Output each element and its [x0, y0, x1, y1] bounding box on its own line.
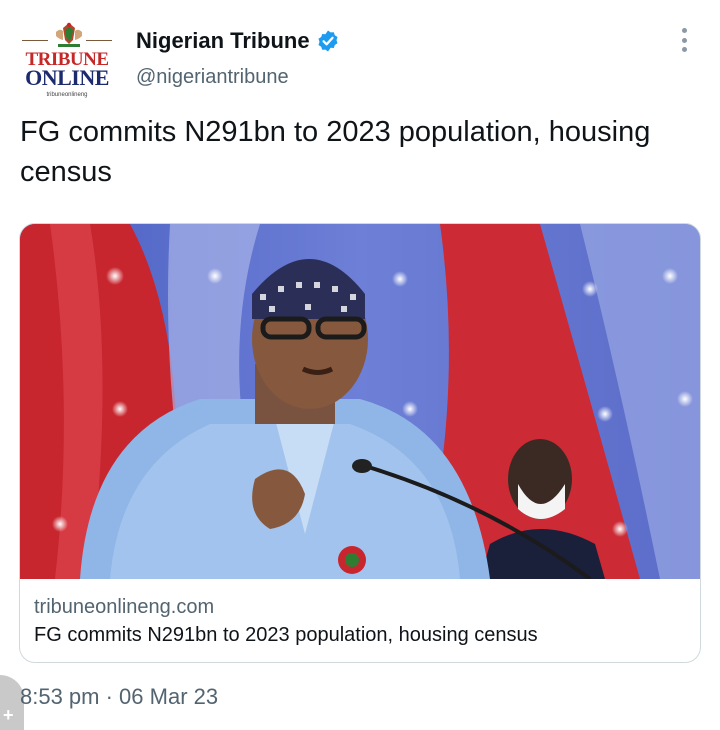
- account-avatar[interactable]: TRIBUNE ONLINE tribuneonlineng: [18, 22, 116, 102]
- link-card[interactable]: tribuneonlineng.com FG commits N291bn to…: [19, 223, 701, 663]
- coat-of-arms-icon: [56, 22, 82, 47]
- account-handle[interactable]: @nigeriantribune: [136, 66, 289, 89]
- display-name-row[interactable]: Nigerian Tribune: [136, 28, 340, 54]
- display-name[interactable]: Nigerian Tribune: [136, 28, 310, 54]
- verified-badge-icon: [318, 30, 338, 52]
- more-dot: [681, 47, 687, 52]
- logo-text-online: ONLINE: [25, 65, 109, 90]
- card-domain[interactable]: tribuneonlineng.com: [34, 596, 214, 619]
- tweet-timestamp[interactable]: 8:53 pm · 06 Mar 23: [20, 684, 218, 710]
- more-options-icon[interactable]: [674, 28, 694, 52]
- tweet-text: FG commits N291bn to 2023 population, ho…: [20, 116, 651, 188]
- plus-icon: +: [3, 705, 14, 725]
- logo-rule-right: [86, 40, 112, 41]
- card-title[interactable]: FG commits N291bn to 2023 population, ho…: [34, 624, 538, 647]
- more-dot: [681, 28, 687, 33]
- card-image[interactable]: [20, 224, 700, 579]
- logo-text-url: tribuneonlineng: [46, 92, 88, 98]
- logo-rule-left: [22, 40, 48, 41]
- more-dot: [681, 37, 687, 43]
